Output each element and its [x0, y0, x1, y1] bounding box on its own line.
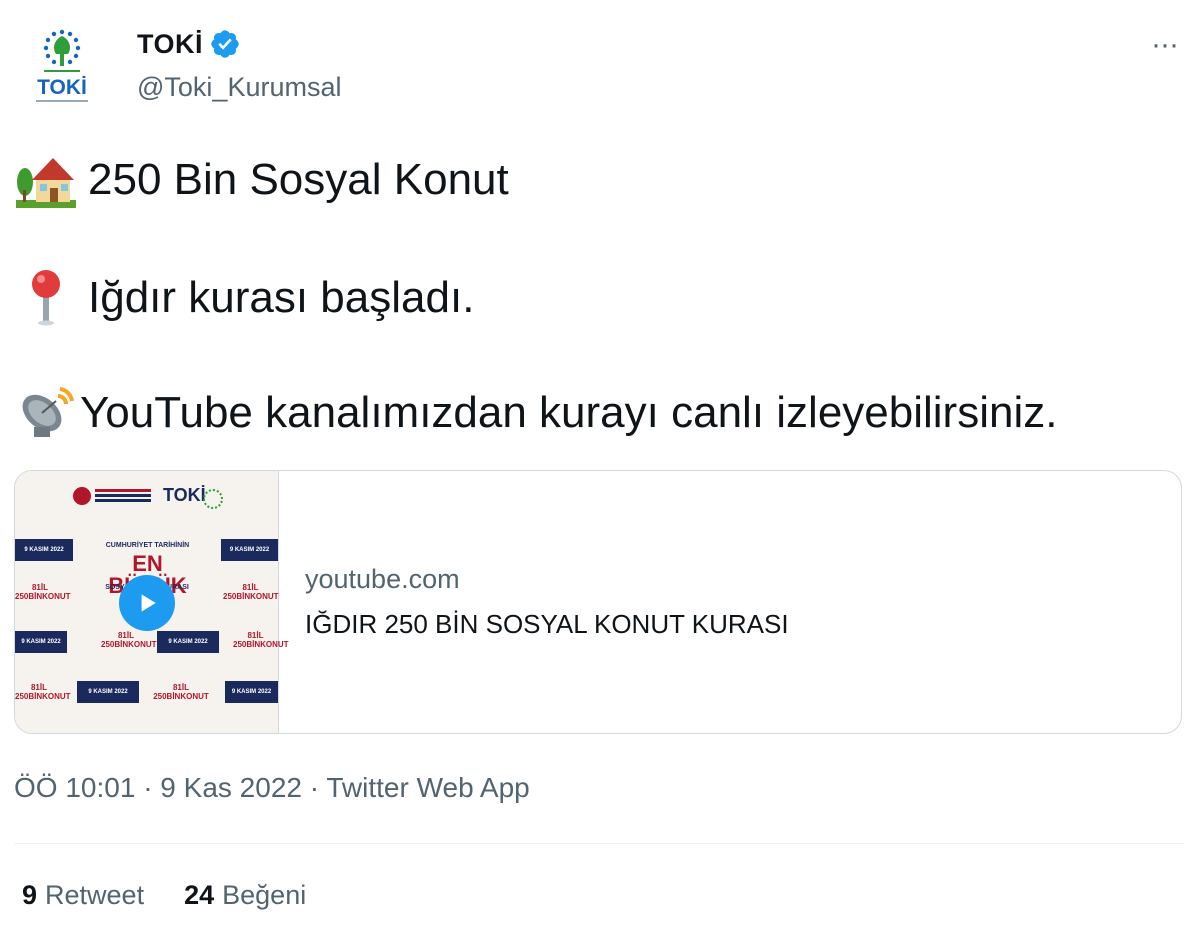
- link-title: IĞDIR 250 BİN SOSYAL KONUT KURASI: [305, 609, 789, 639]
- like-label: Beğeni: [222, 880, 307, 910]
- tweet-text-2: Iğdır kurası başladı.: [88, 273, 475, 322]
- tweet-source[interactable]: Twitter Web App: [326, 772, 529, 803]
- retweet-label: Retweet: [45, 880, 145, 910]
- author-name-row[interactable]: TOKİ: [137, 28, 241, 60]
- thumbnail-badge: 9 KASIM 2022: [157, 631, 219, 653]
- emblem-caption: [95, 489, 151, 492]
- verified-badge-icon: [211, 30, 239, 58]
- thumbnail-label: 81İL 250BİNKONUT: [15, 583, 71, 601]
- like-count: 24: [184, 880, 215, 910]
- retweet-count: 9: [22, 880, 38, 910]
- tweet-line-2: Iğdır kurası başladı.: [16, 268, 474, 328]
- tweet-line-1: 250 Bin Sosyal Konut: [16, 150, 509, 210]
- tweet-meta: ÖÖ 10:01 · 9 Kas 2022 · Twitter Web App: [14, 772, 530, 804]
- satellite-antenna-icon: [22, 387, 74, 437]
- thumbnail-logo: TOKİ: [163, 485, 206, 505]
- retweets-stat[interactable]: 9 Retweet: [22, 880, 144, 911]
- more-options-icon[interactable]: ···: [1151, 30, 1179, 60]
- meta-separator: ·: [309, 772, 320, 803]
- thumbnail-label: 81İL 250BİNKONUT: [153, 683, 209, 701]
- thumbnail-label: 81İL 250BİNKONUT: [101, 631, 157, 649]
- thumbnail-logo-dots-icon: [203, 489, 223, 509]
- thumbnail-label: 81İL 250BİNKONUT: [15, 683, 71, 701]
- tweet-date[interactable]: 9 Kas 2022: [160, 772, 302, 803]
- link-card-body[interactable]: youtube.com IĞDIR 250 BİN SOSYAL KONUT K…: [279, 471, 789, 733]
- thumbnail-badge: 9 KASIM 2022: [15, 539, 73, 561]
- tweet-time[interactable]: ÖÖ 10:01: [14, 772, 135, 803]
- tweet-text-3: YouTube kanalımızdan kurayı canlı izleye…: [80, 388, 1058, 437]
- tweet-stats: 9 Retweet 24 Beğeni: [22, 880, 306, 911]
- link-preview-card[interactable]: TOKİ CUMHURİYET TARİHİNİN EN BÜYÜK SOSYA…: [14, 470, 1182, 734]
- author-handle[interactable]: @Toki_Kurumsal: [137, 72, 341, 103]
- display-name[interactable]: TOKİ: [137, 29, 203, 60]
- thumbnail-badge: 9 KASIM 2022: [225, 681, 278, 703]
- thumbnail-headline-small: CUMHURİYET TARİHİNİN: [105, 542, 190, 549]
- meta-separator: ·: [143, 772, 153, 803]
- link-thumbnail[interactable]: TOKİ CUMHURİYET TARİHİNİN EN BÜYÜK SOSYA…: [15, 471, 289, 733]
- play-button[interactable]: [119, 575, 175, 631]
- thumbnail-badge: 9 KASIM 2022: [15, 631, 67, 653]
- round-pushpin-icon: [32, 270, 60, 326]
- avatar[interactable]: TOKİ: [14, 18, 110, 114]
- divider: [14, 843, 1184, 844]
- thumbnail-badge: 9 KASIM 2022: [77, 681, 139, 703]
- house-with-garden-icon: [16, 158, 76, 208]
- thumbnail-label: 81İL 250BİNKONUT: [233, 631, 289, 649]
- emblem-icon: [73, 487, 91, 505]
- likes-stat[interactable]: 24 Beğeni: [184, 880, 306, 911]
- tweet-line-3: YouTube kanalımızdan kurayı canlı izleye…: [16, 383, 1057, 443]
- tweet-text-1: 250 Bin Sosyal Konut: [88, 155, 509, 204]
- thumbnail-label: 81İL 250BİNKONUT: [223, 583, 279, 601]
- thumbnail-badge: 9 KASIM 2022: [221, 539, 278, 561]
- svg-text:TOKİ: TOKİ: [37, 76, 87, 99]
- link-domain: youtube.com: [305, 564, 460, 594]
- play-icon: [141, 594, 156, 612]
- toki-logo-icon: TOKİ: [36, 29, 88, 102]
